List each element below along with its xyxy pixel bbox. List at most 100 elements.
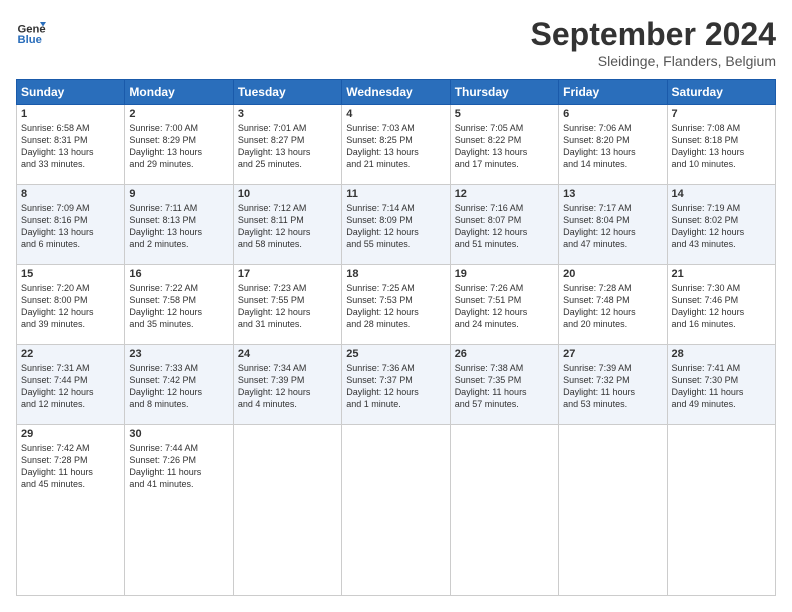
day-number: 23 [129, 348, 228, 360]
day-number: 8 [21, 188, 120, 200]
day-number: 25 [346, 348, 445, 360]
day-info: Sunrise: 7:14 AM Sunset: 8:09 PM Dayligh… [346, 202, 445, 251]
day-number: 28 [672, 348, 771, 360]
day-info: Sunrise: 7:08 AM Sunset: 8:18 PM Dayligh… [672, 122, 771, 171]
table-row: 11 Sunrise: 7:14 AM Sunset: 8:09 PM Dayli… [342, 185, 450, 265]
svg-text:Blue: Blue [18, 34, 42, 46]
page: General Blue September 2024 Sleidinge, F… [0, 0, 792, 612]
table-row [667, 425, 775, 596]
day-info: Sunrise: 7:17 AM Sunset: 8:04 PM Dayligh… [563, 202, 662, 251]
day-info: Sunrise: 7:01 AM Sunset: 8:27 PM Dayligh… [238, 122, 337, 171]
day-info: Sunrise: 7:00 AM Sunset: 8:29 PM Dayligh… [129, 122, 228, 171]
calendar-week-row: 15 Sunrise: 7:20 AM Sunset: 8:00 PM Dayli… [17, 265, 776, 345]
table-row: 15 Sunrise: 7:20 AM Sunset: 8:00 PM Dayli… [17, 265, 125, 345]
table-row: 16 Sunrise: 7:22 AM Sunset: 7:58 PM Dayli… [125, 265, 233, 345]
calendar-week-row: 29 Sunrise: 7:42 AM Sunset: 7:28 PM Dayli… [17, 425, 776, 596]
table-row: 5Sunrise: 7:05 AM Sunset: 8:22 PM Daylig… [450, 105, 558, 185]
table-row: 27Sunrise: 7:39 AM Sunset: 7:32 PM Dayli… [559, 345, 667, 425]
calendar-week-row: 8 Sunrise: 7:09 AM Sunset: 8:16 PM Daylig… [17, 185, 776, 265]
day-info: Sunrise: 7:22 AM Sunset: 7:58 PM Dayligh… [129, 282, 228, 331]
table-row: 18Sunrise: 7:25 AM Sunset: 7:53 PM Dayli… [342, 265, 450, 345]
day-info: Sunrise: 7:28 AM Sunset: 7:48 PM Dayligh… [563, 282, 662, 331]
day-info: Sunrise: 7:41 AM Sunset: 7:30 PM Dayligh… [672, 362, 771, 411]
day-number: 24 [238, 348, 337, 360]
header: General Blue September 2024 Sleidinge, F… [16, 16, 776, 69]
table-row: 17 Sunrise: 7:23 AM Sunset: 7:55 PM Dayli… [233, 265, 341, 345]
table-row: 10 Sunrise: 7:12 AM Sunset: 8:11 PM Dayli… [233, 185, 341, 265]
day-info: Sunrise: 7:16 AM Sunset: 8:07 PM Dayligh… [455, 202, 554, 251]
table-row: 20 Sunrise: 7:28 AM Sunset: 7:48 PM Dayli… [559, 265, 667, 345]
day-number: 20 [563, 268, 662, 280]
day-number: 16 [129, 268, 228, 280]
table-row [233, 425, 341, 596]
logo-icon: General Blue [16, 16, 46, 46]
logo: General Blue [16, 16, 46, 46]
day-info: Sunrise: 7:09 AM Sunset: 8:16 PM Dayligh… [21, 202, 120, 251]
day-number: 12 [455, 188, 554, 200]
table-row: 29 Sunrise: 7:42 AM Sunset: 7:28 PM Dayli… [17, 425, 125, 596]
table-row: 23Sunrise: 7:33 AM Sunset: 7:42 PM Dayli… [125, 345, 233, 425]
day-number: 29 [21, 428, 120, 440]
table-row: 30Sunrise: 7:44 AM Sunset: 7:26 PM Dayli… [125, 425, 233, 596]
day-info: Sunrise: 7:23 AM Sunset: 7:55 PM Dayligh… [238, 282, 337, 331]
table-row: 1 Sunrise: 6:58 AM Sunset: 8:31 PM Daylig… [17, 105, 125, 185]
col-saturday: Saturday [667, 80, 775, 105]
table-row: 6 Sunrise: 7:06 AM Sunset: 8:20 PM Daylig… [559, 105, 667, 185]
day-number: 15 [21, 268, 120, 280]
day-number: 13 [563, 188, 662, 200]
day-info: Sunrise: 7:44 AM Sunset: 7:26 PM Dayligh… [129, 442, 228, 491]
day-number: 11 [346, 188, 445, 200]
day-number: 19 [455, 268, 554, 280]
day-info: Sunrise: 7:25 AM Sunset: 7:53 PM Dayligh… [346, 282, 445, 331]
day-info: Sunrise: 7:34 AM Sunset: 7:39 PM Dayligh… [238, 362, 337, 411]
header-row: Sunday Monday Tuesday Wednesday Thursday… [17, 80, 776, 105]
day-info: Sunrise: 7:03 AM Sunset: 8:25 PM Dayligh… [346, 122, 445, 171]
table-row: 19Sunrise: 7:26 AM Sunset: 7:51 PM Dayli… [450, 265, 558, 345]
col-tuesday: Tuesday [233, 80, 341, 105]
col-monday: Monday [125, 80, 233, 105]
day-number: 10 [238, 188, 337, 200]
day-info: Sunrise: 7:06 AM Sunset: 8:20 PM Dayligh… [563, 122, 662, 171]
month-title: September 2024 [531, 16, 776, 53]
day-number: 26 [455, 348, 554, 360]
day-info: Sunrise: 7:39 AM Sunset: 7:32 PM Dayligh… [563, 362, 662, 411]
day-info: Sunrise: 6:58 AM Sunset: 8:31 PM Dayligh… [21, 122, 120, 171]
col-friday: Friday [559, 80, 667, 105]
title-block: September 2024 Sleidinge, Flanders, Belg… [531, 16, 776, 69]
table-row: 8 Sunrise: 7:09 AM Sunset: 8:16 PM Daylig… [17, 185, 125, 265]
table-row [450, 425, 558, 596]
day-number: 14 [672, 188, 771, 200]
day-number: 9 [129, 188, 228, 200]
day-info: Sunrise: 7:38 AM Sunset: 7:35 PM Dayligh… [455, 362, 554, 411]
day-info: Sunrise: 7:31 AM Sunset: 7:44 PM Dayligh… [21, 362, 120, 411]
table-row: 21 Sunrise: 7:30 AM Sunset: 7:46 PM Dayli… [667, 265, 775, 345]
table-row: 9Sunrise: 7:11 AM Sunset: 8:13 PM Daylig… [125, 185, 233, 265]
day-info: Sunrise: 7:42 AM Sunset: 7:28 PM Dayligh… [21, 442, 120, 491]
table-row: 22 Sunrise: 7:31 AM Sunset: 7:44 PM Dayli… [17, 345, 125, 425]
day-number: 22 [21, 348, 120, 360]
table-row: 14 Sunrise: 7:19 AM Sunset: 8:02 PM Dayli… [667, 185, 775, 265]
day-info: Sunrise: 7:30 AM Sunset: 7:46 PM Dayligh… [672, 282, 771, 331]
table-row: 26 Sunrise: 7:38 AM Sunset: 7:35 PM Dayli… [450, 345, 558, 425]
calendar-week-row: 1 Sunrise: 6:58 AM Sunset: 8:31 PM Daylig… [17, 105, 776, 185]
col-sunday: Sunday [17, 80, 125, 105]
day-number: 1 [21, 108, 120, 120]
table-row: 12 Sunrise: 7:16 AM Sunset: 8:07 PM Dayli… [450, 185, 558, 265]
day-number: 21 [672, 268, 771, 280]
day-info: Sunrise: 7:20 AM Sunset: 8:00 PM Dayligh… [21, 282, 120, 331]
calendar: Sunday Monday Tuesday Wednesday Thursday… [16, 79, 776, 596]
day-number: 6 [563, 108, 662, 120]
table-row: 4Sunrise: 7:03 AM Sunset: 8:25 PM Daylig… [342, 105, 450, 185]
subtitle: Sleidinge, Flanders, Belgium [531, 53, 776, 69]
day-number: 3 [238, 108, 337, 120]
day-info: Sunrise: 7:05 AM Sunset: 8:22 PM Dayligh… [455, 122, 554, 171]
day-info: Sunrise: 7:12 AM Sunset: 8:11 PM Dayligh… [238, 202, 337, 251]
day-number: 17 [238, 268, 337, 280]
col-thursday: Thursday [450, 80, 558, 105]
day-number: 7 [672, 108, 771, 120]
day-info: Sunrise: 7:36 AM Sunset: 7:37 PM Dayligh… [346, 362, 445, 411]
table-row: 25 Sunrise: 7:36 AM Sunset: 7:37 PM Dayli… [342, 345, 450, 425]
table-row: 13 Sunrise: 7:17 AM Sunset: 8:04 PM Dayli… [559, 185, 667, 265]
day-info: Sunrise: 7:19 AM Sunset: 8:02 PM Dayligh… [672, 202, 771, 251]
calendar-week-row: 22 Sunrise: 7:31 AM Sunset: 7:44 PM Dayli… [17, 345, 776, 425]
